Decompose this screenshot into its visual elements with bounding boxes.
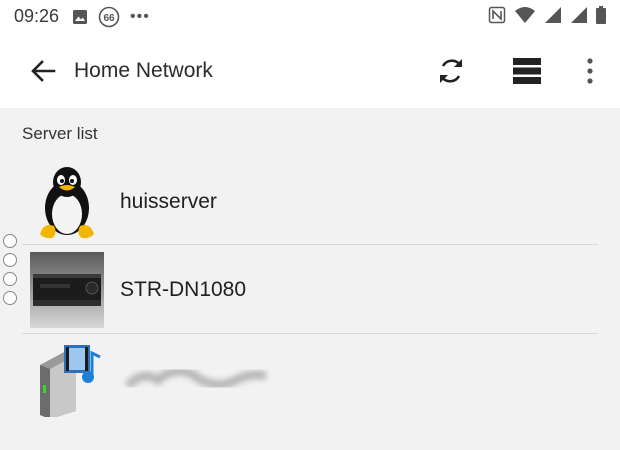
blurred-server-name [122, 360, 272, 396]
list-view-button[interactable] [512, 55, 542, 87]
status-time: 09:26 [14, 6, 60, 26]
list-view-icon [513, 58, 541, 84]
signal-icon [545, 7, 561, 23]
status-right-icons [488, 6, 606, 24]
battery-icon [596, 6, 606, 24]
refresh-icon [440, 59, 462, 83]
refresh-button[interactable] [435, 55, 467, 87]
media-server-icon [30, 341, 104, 419]
badge-66-text: 66 [103, 13, 115, 24]
more-notifications-icon: ••• [130, 8, 150, 25]
handle-dot [3, 272, 17, 286]
more-vert-icon [587, 58, 593, 84]
server-list-header: Server list [22, 124, 98, 143]
image-icon [73, 10, 87, 24]
handle-dot [3, 253, 17, 267]
nfc-icon [488, 6, 506, 24]
wifi-icon [515, 7, 535, 23]
server-row-media-server[interactable] [0, 334, 620, 422]
more-options-button[interactable] [580, 56, 600, 86]
signal-icon [571, 7, 587, 23]
reorder-handle[interactable] [3, 234, 19, 305]
server-name: huisserver [120, 190, 217, 213]
server-row-huisserver[interactable]: huisserver [0, 157, 620, 245]
handle-dot [3, 234, 17, 248]
badge-66-icon: 66 [98, 6, 120, 28]
back-button[interactable] [28, 56, 60, 86]
handle-dot [3, 291, 17, 305]
status-bar: 09:26 66 ••• [0, 0, 620, 34]
server-name: STR-DN1080 [120, 278, 247, 301]
av-receiver-image [30, 252, 104, 328]
linux-tux-icon [30, 164, 104, 240]
server-row-str-dn1080[interactable]: STR-DN1080 [0, 245, 620, 333]
status-left-icons: 66 ••• [72, 6, 150, 28]
arrow-back-icon [31, 60, 56, 82]
page-title: Home Network [74, 59, 213, 82]
app-bar: Home Network [0, 34, 620, 108]
